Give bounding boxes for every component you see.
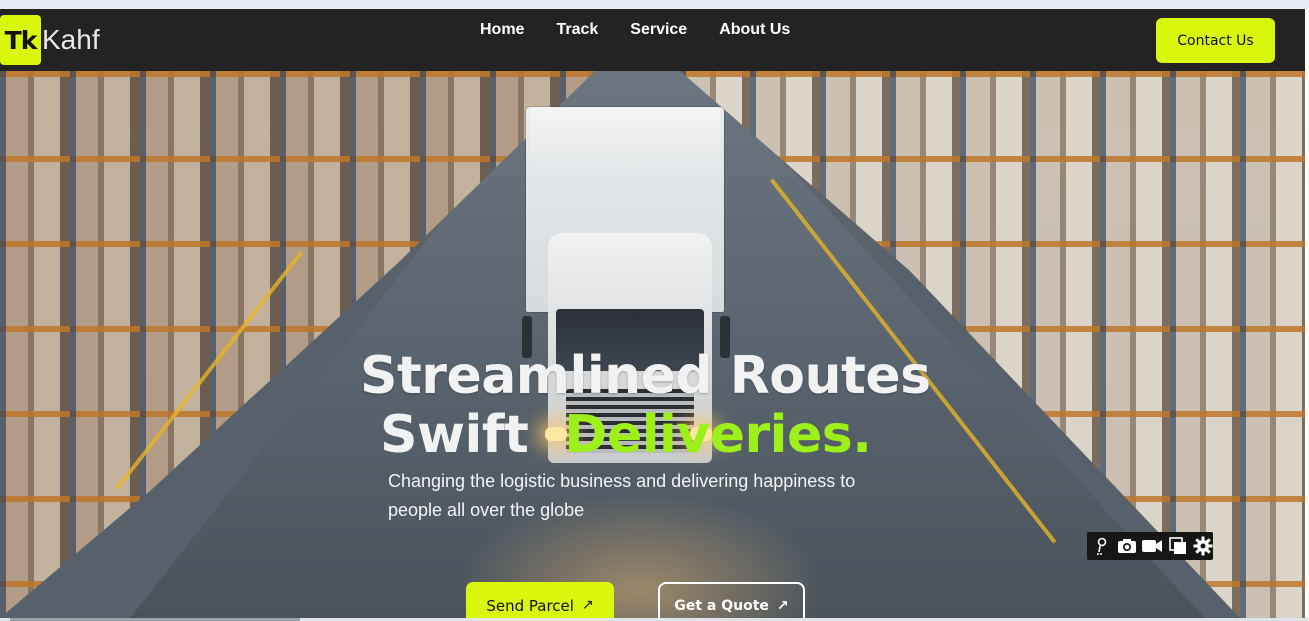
get-a-quote-label: Get a Quote bbox=[674, 598, 769, 614]
brand-logo[interactable]: Tk Kahf bbox=[0, 15, 100, 65]
arrow-up-right-icon: ↗ bbox=[581, 597, 594, 613]
hero-subtitle: Changing the logistic business and deliv… bbox=[388, 471, 856, 520]
truck-roof bbox=[530, 107, 720, 181]
logo-name: Kahf bbox=[42, 24, 100, 55]
send-parcel-button[interactable]: Send Parcel ↗ bbox=[466, 582, 614, 618]
send-parcel-label: Send Parcel bbox=[486, 597, 574, 615]
hero-title-line1: Streamlined Routes bbox=[360, 346, 931, 406]
gear-icon[interactable] bbox=[1192, 535, 1213, 557]
media-toolbar bbox=[1087, 532, 1213, 560]
pin-icon[interactable] bbox=[1091, 535, 1112, 557]
hero-title-word-swift: Swift bbox=[380, 405, 529, 465]
vertical-scrollbar[interactable] bbox=[1305, 9, 1309, 621]
video-icon[interactable] bbox=[1141, 535, 1163, 557]
navbar: Tk Kahf Home Track Service About Us Cont… bbox=[0, 9, 1305, 71]
main-nav: Home Track Service About Us bbox=[480, 21, 822, 39]
copy-icon[interactable] bbox=[1167, 535, 1188, 557]
nav-about-us[interactable]: About Us bbox=[719, 21, 790, 39]
nav-service[interactable]: Service bbox=[630, 21, 687, 39]
arrow-up-right-icon: ↗ bbox=[776, 598, 789, 614]
contact-us-button[interactable]: Contact Us bbox=[1156, 18, 1275, 63]
get-a-quote-button[interactable]: Get a Quote ↗ bbox=[658, 582, 805, 618]
camera-icon[interactable] bbox=[1116, 535, 1137, 557]
hero-title-line2: Swift Deliveries. bbox=[380, 405, 872, 465]
nav-home[interactable]: Home bbox=[480, 21, 524, 39]
browser-viewport: Tk Kahf Home Track Service About Us Cont… bbox=[0, 0, 1309, 621]
logo-mark: Tk bbox=[0, 15, 41, 65]
hero-title-word-deliveries: Deliveries. bbox=[564, 405, 872, 465]
top-strip bbox=[0, 0, 1309, 9]
nav-track[interactable]: Track bbox=[556, 21, 598, 39]
